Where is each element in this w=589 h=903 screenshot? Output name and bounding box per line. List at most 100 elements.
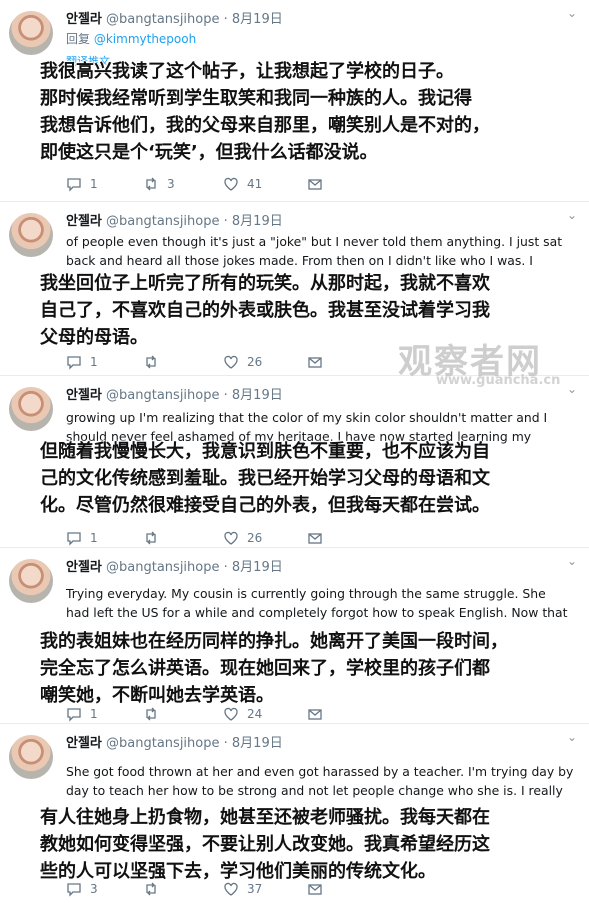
user-handle[interactable]: @bangtansjihope — [106, 388, 219, 403]
reply-button[interactable]: 1 — [66, 530, 143, 546]
avatar[interactable] — [9, 559, 53, 603]
message-button[interactable] — [307, 530, 323, 546]
like-count: 26 — [247, 531, 263, 545]
avatar[interactable] — [9, 213, 53, 257]
tweet[interactable]: 안젤라 @bangtansjihope · 8月19日 ⌄ She got fo… — [0, 724, 589, 903]
timestamp[interactable]: 8月19日 — [232, 12, 283, 27]
timestamp[interactable]: 8月19日 — [232, 736, 283, 751]
heart-icon — [224, 531, 238, 545]
reply-count: 3 — [90, 882, 98, 896]
mail-icon — [308, 709, 322, 720]
chevron-down-icon[interactable]: ⌄ — [567, 730, 577, 744]
reply-button[interactable]: 3 — [66, 881, 143, 897]
retweet-button[interactable] — [143, 706, 223, 722]
tweet-actions: 1 24 — [66, 706, 323, 722]
heart-icon — [224, 177, 238, 191]
translation-line: 有人往她身上扔食物，她甚至还被老师骚扰。我每天都在 — [40, 807, 490, 828]
display-name[interactable]: 안젤라 — [66, 736, 102, 751]
display-name[interactable]: 안젤라 — [66, 214, 102, 229]
reply-button[interactable]: 1 — [66, 706, 143, 722]
retweet-button[interactable]: 3 — [143, 176, 223, 192]
like-button[interactable]: 41 — [223, 176, 307, 192]
chevron-down-icon[interactable]: ⌄ — [567, 208, 577, 222]
translation-line: 嘲笑她，不断叫她去学英语。 — [40, 685, 274, 706]
retweet-icon — [146, 531, 156, 545]
timestamp[interactable]: 8月19日 — [232, 388, 283, 403]
retweet-button[interactable] — [143, 530, 223, 546]
translation-overlay: 我很高兴我读了这个帖子，让我想起了学校的日子。 那时候我经常听到学生取笑和我同一… — [40, 58, 583, 166]
mail-icon — [308, 884, 322, 895]
tweet[interactable]: 안젤라 @bangtansjihope · 8月19日 ⌄ growing up… — [0, 376, 589, 548]
timestamp[interactable]: 8月19日 — [232, 214, 283, 229]
like-button[interactable]: 26 — [223, 354, 307, 370]
message-button[interactable] — [307, 176, 323, 192]
tweet-actions: 1 3 41 — [66, 176, 323, 192]
reply-icon — [67, 532, 81, 546]
mail-icon — [308, 179, 322, 190]
display-name[interactable]: 안젤라 — [66, 388, 102, 403]
like-button[interactable]: 24 — [223, 706, 307, 722]
tweet-header: 안젤라 @bangtansjihope · 8月19日 — [66, 8, 283, 27]
sep: · — [223, 560, 228, 575]
tweet-text-line: day to teach her how to be strong and no… — [66, 783, 563, 798]
like-button[interactable]: 37 — [223, 881, 307, 897]
avatar[interactable] — [9, 387, 53, 431]
translation-line: 我的表姐妹也在经历同样的挣扎。她离开了美国一段时间， — [40, 631, 508, 652]
timestamp[interactable]: 8月19日 — [232, 560, 283, 575]
avatar[interactable] — [9, 11, 53, 55]
heart-icon — [224, 707, 238, 721]
translation-overlay: 有人往她身上扔食物，她甚至还被老师骚扰。我每天都在 教她如何变得坚强，不要让别人… — [40, 804, 583, 885]
message-button[interactable] — [307, 881, 323, 897]
tweet-actions: 3 37 — [66, 881, 323, 897]
translation-line: 自己了，不喜欢自己的外表或肤色。我甚至没试着学习我 — [40, 300, 490, 321]
reply-button[interactable]: 1 — [66, 354, 143, 370]
reply-icon — [67, 708, 81, 722]
tweet-feed: 안젤라 @bangtansjihope · 8月19日 ⌄ 回复 @kimmyt… — [0, 0, 589, 903]
tweet[interactable]: 안젤라 @bangtansjihope · 8月19日 ⌄ 回复 @kimmyt… — [0, 0, 589, 202]
tweet-header: 안젤라 @bangtansjihope · 8月19日 — [66, 384, 283, 403]
like-button[interactable]: 26 — [223, 530, 307, 546]
heart-icon — [224, 882, 238, 896]
retweet-icon — [146, 707, 156, 721]
message-button[interactable] — [307, 706, 323, 722]
retweet-button[interactable] — [143, 881, 223, 897]
tweet-actions: 1 26 — [66, 354, 323, 370]
tweet-actions: 1 26 — [66, 530, 323, 546]
reply-to-link[interactable]: @kimmythepooh — [94, 32, 196, 46]
retweet-icon — [146, 355, 156, 369]
translation-line: 我很高兴我读了这个帖子，让我想起了学校的日子。 — [40, 61, 454, 82]
chevron-down-icon[interactable]: ⌄ — [567, 554, 577, 568]
tweet-text-line: back and heard all those jokes made. Fro… — [66, 253, 533, 268]
avatar[interactable] — [9, 735, 53, 779]
user-handle[interactable]: @bangtansjihope — [106, 736, 219, 751]
like-count: 26 — [247, 355, 263, 369]
reply-count: 1 — [90, 707, 98, 721]
chevron-down-icon[interactable]: ⌄ — [567, 382, 577, 396]
sep: · — [223, 388, 228, 403]
chevron-down-icon[interactable]: ⌄ — [567, 6, 577, 20]
display-name[interactable]: 안젤라 — [66, 12, 102, 27]
tweet-header: 안젤라 @bangtansjihope · 8月19日 — [66, 732, 283, 751]
tweet[interactable]: 안젤라 @bangtansjihope · 8月19日 ⌄ Trying eve… — [0, 548, 589, 724]
translation-overlay: 我的表姐妹也在经历同样的挣扎。她离开了美国一段时间， 完全忘了怎么讲英语。现在她… — [40, 628, 583, 709]
reply-button[interactable]: 1 — [66, 176, 143, 192]
retweet-button[interactable] — [143, 354, 223, 370]
user-handle[interactable]: @bangtansjihope — [106, 12, 219, 27]
tweet-text-line: of people even though it's just a "joke"… — [66, 234, 563, 249]
user-handle[interactable]: @bangtansjihope — [106, 214, 219, 229]
retweet-icon — [146, 882, 156, 896]
tweet-text-line: Trying everyday. My cousin is currently … — [66, 586, 546, 601]
tweet-text: of people even though it's just a "joke"… — [66, 232, 575, 270]
user-handle[interactable]: @bangtansjihope — [106, 560, 219, 575]
tweet-text: Trying everyday. My cousin is currently … — [66, 584, 575, 622]
translation-line: 完全忘了怎么讲英语。现在她回来了，学校里的孩子们都 — [40, 658, 490, 679]
tweet-header: 안젤라 @bangtansjihope · 8月19日 — [66, 556, 283, 575]
like-count: 41 — [247, 177, 263, 191]
watermark-url: www.guancha.cn — [436, 373, 561, 388]
reply-count: 1 — [90, 355, 98, 369]
display-name[interactable]: 안젤라 — [66, 560, 102, 575]
message-button[interactable] — [307, 354, 323, 370]
translation-line: 我坐回位子上听完了所有的玩笑。从那时起，我就不喜欢 — [40, 273, 490, 294]
tweet-header: 안젤라 @bangtansjihope · 8月19日 — [66, 210, 283, 229]
tweet-text-line: She got food thrown at her and even got … — [66, 764, 574, 779]
